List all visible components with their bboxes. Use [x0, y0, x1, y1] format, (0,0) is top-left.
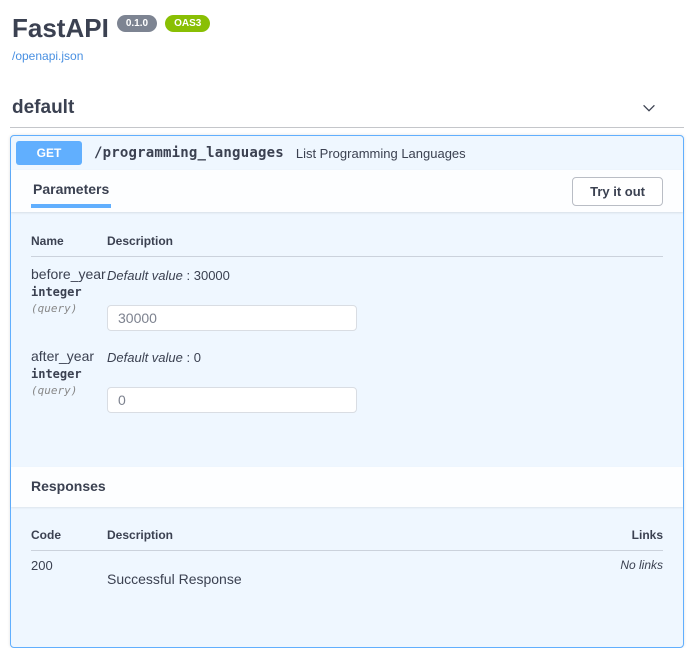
tag-section-default[interactable]: default	[10, 97, 684, 128]
operation-path: /programming_languages	[94, 145, 284, 161]
parameter-name: before_year	[31, 266, 107, 282]
version-badge: 0.1.0	[117, 15, 157, 32]
column-code: Code	[31, 528, 107, 542]
tag-name: default	[12, 97, 74, 119]
default-label: Default value	[107, 268, 183, 283]
openapi-spec-link[interactable]: /openapi.json	[12, 49, 83, 63]
operation-description: List Programming Languages	[296, 146, 466, 161]
after-year-input[interactable]	[107, 387, 357, 413]
parameter-location: (query)	[31, 302, 107, 315]
parameter-location: (query)	[31, 384, 107, 397]
parameter-row-before-year: before_year integer (query) Default valu…	[31, 257, 663, 339]
response-row-200: 200 Successful Response No links	[31, 551, 663, 587]
opblock-get-programming-languages: GET /programming_languages List Programm…	[10, 135, 684, 648]
response-description: Successful Response	[107, 558, 583, 587]
response-links: No links	[583, 558, 663, 587]
responses-table-header: Code Description Links	[31, 524, 663, 551]
chevron-down-icon[interactable]	[640, 99, 658, 117]
parameter-description-cell: Default value : 0	[107, 348, 663, 413]
operation-summary[interactable]: GET /programming_languages List Programm…	[11, 136, 683, 170]
parameter-default-text: Default value : 0	[107, 350, 663, 365]
parameters-table: Name Description before_year integer (qu…	[11, 212, 683, 467]
parameter-name-cell: before_year integer (query)	[31, 266, 107, 331]
default-label: Default value	[107, 350, 183, 365]
default-value: : 30000	[187, 268, 230, 283]
parameter-type: integer	[31, 285, 107, 299]
parameter-description-cell: Default value : 30000	[107, 266, 663, 331]
oas3-badge: OAS3	[165, 15, 210, 32]
parameters-section-header: Parameters Try it out	[11, 170, 683, 212]
column-name: Name	[31, 234, 107, 248]
column-links: Links	[583, 528, 663, 542]
parameter-name-cell: after_year integer (query)	[31, 348, 107, 413]
parameters-table-header: Name Description	[31, 228, 663, 257]
parameter-row-after-year: after_year integer (query) Default value…	[31, 339, 663, 421]
try-it-out-button[interactable]: Try it out	[572, 177, 663, 206]
column-description: Description	[107, 234, 663, 248]
before-year-input[interactable]	[107, 305, 357, 331]
responses-title: Responses	[31, 478, 106, 494]
page-title: FastAPI	[12, 13, 109, 43]
default-value: : 0	[187, 350, 201, 365]
responses-section-header: Responses	[11, 467, 683, 507]
responses-table: Code Description Links 200 Successful Re…	[11, 507, 683, 647]
api-info-header: FastAPI 0.1.0 OAS3 /openapi.json	[0, 0, 694, 65]
column-description: Description	[107, 528, 583, 542]
http-method-badge: GET	[16, 141, 82, 165]
parameter-name: after_year	[31, 348, 107, 364]
response-code: 200	[31, 558, 107, 587]
parameter-default-text: Default value : 30000	[107, 268, 663, 283]
tab-parameters[interactable]: Parameters	[31, 174, 111, 208]
parameter-type: integer	[31, 367, 107, 381]
